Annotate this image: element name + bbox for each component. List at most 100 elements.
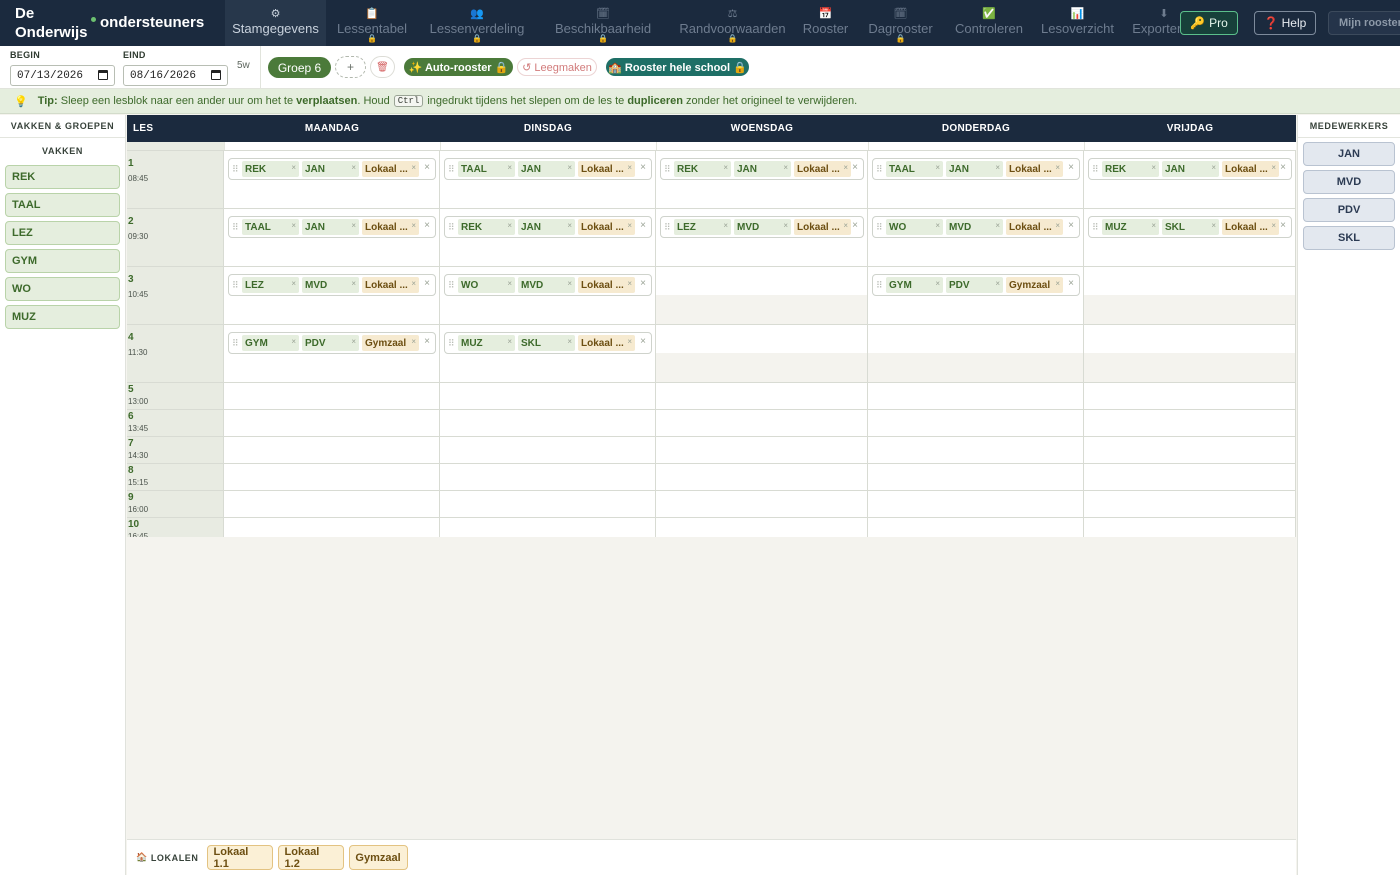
- staff-tag[interactable]: JAN ×: [946, 161, 1003, 177]
- auto-schedule-button[interactable]: ✨ Auto-rooster 🔒: [404, 58, 513, 76]
- staff-tag[interactable]: JAN ×: [518, 161, 575, 177]
- schedule-whole-school-button[interactable]: 🏫 Rooster hele school 🔒: [606, 58, 749, 76]
- lesson-block[interactable]: ⠿ MUZ × SKL × Lokaal ... × ×: [1088, 216, 1292, 238]
- staff-tag[interactable]: PDV ×: [302, 335, 359, 351]
- remove-icon[interactable]: ×: [783, 221, 788, 230]
- drag-handle-icon[interactable]: ⠿: [448, 164, 458, 175]
- end-date-input[interactable]: 08/16/2026: [123, 65, 228, 86]
- remove-icon[interactable]: ×: [783, 163, 788, 172]
- schedule-cell[interactable]: ⠿ LEZ × MVD × Lokaal ... × ×: [656, 209, 868, 266]
- schedule-cell[interactable]: [440, 383, 656, 409]
- lesson-block[interactable]: ⠿ MUZ × SKL × Lokaal ... × ×: [444, 332, 652, 354]
- drag-handle-icon[interactable]: ⠿: [876, 164, 886, 175]
- staff-chip[interactable]: JAN: [1303, 142, 1395, 166]
- remove-icon[interactable]: ×: [995, 221, 1000, 230]
- my-schedule-button[interactable]: Mijn rooster: [1328, 11, 1400, 35]
- remove-icon[interactable]: ×: [1271, 221, 1276, 230]
- schedule-cell[interactable]: [224, 491, 440, 517]
- schedule-cell[interactable]: [1084, 325, 1296, 382]
- remove-icon[interactable]: ×: [995, 279, 1000, 288]
- schedule-cell[interactable]: [224, 464, 440, 490]
- drag-handle-icon[interactable]: ⠿: [664, 222, 674, 233]
- room-tag[interactable]: Lokaal ... ×: [1006, 219, 1063, 235]
- drag-handle-icon[interactable]: ⠿: [448, 280, 458, 291]
- close-icon[interactable]: ×: [1280, 220, 1286, 231]
- remove-icon[interactable]: ×: [1151, 221, 1156, 230]
- lesson-block[interactable]: ⠿ TAAL × JAN × Lokaal ... × ×: [444, 158, 652, 180]
- schedule-cell[interactable]: ⠿ WO × MVD × Lokaal ... × ×: [868, 209, 1084, 266]
- staff-tag[interactable]: JAN ×: [302, 161, 359, 177]
- subject-chip[interactable]: LEZ: [5, 221, 120, 245]
- remove-icon[interactable]: ×: [627, 337, 632, 346]
- staff-tag[interactable]: MVD ×: [302, 277, 359, 293]
- tab-stamgegevens[interactable]: ⚙ Stamgegevens: [225, 0, 326, 46]
- pro-button[interactable]: 🔑 Pro: [1180, 11, 1238, 35]
- room-tag[interactable]: Lokaal ... ×: [794, 219, 851, 235]
- drag-handle-icon[interactable]: ⠿: [1092, 222, 1102, 233]
- remove-icon[interactable]: ×: [291, 163, 296, 172]
- remove-icon[interactable]: ×: [411, 279, 416, 288]
- schedule-cell[interactable]: [656, 383, 868, 409]
- staff-tag[interactable]: JAN ×: [302, 219, 359, 235]
- calendar-icon[interactable]: [98, 70, 108, 80]
- staff-tag[interactable]: JAN ×: [734, 161, 791, 177]
- room-tag[interactable]: Lokaal ... ×: [578, 161, 635, 177]
- delete-group-button[interactable]: 🗑: [370, 56, 395, 78]
- schedule-cell[interactable]: ⠿ REK × JAN × Lokaal ... × ×: [440, 209, 656, 266]
- room-tag[interactable]: Gymzaal ×: [362, 335, 419, 351]
- lesson-block[interactable]: ⠿ REK × JAN × Lokaal ... × ×: [1088, 158, 1292, 180]
- remove-icon[interactable]: ×: [291, 337, 296, 346]
- brand-logo[interactable]: De Onderwijs ondersteuners: [0, 0, 225, 46]
- remove-icon[interactable]: ×: [351, 279, 356, 288]
- lesson-block[interactable]: ⠿ WO × MVD × Lokaal ... × ×: [444, 274, 652, 296]
- subject-chip[interactable]: TAAL: [5, 193, 120, 217]
- room-tag[interactable]: Gymzaal ×: [1006, 277, 1063, 293]
- lesson-block[interactable]: ⠿ TAAL × JAN × Lokaal ... × ×: [872, 158, 1080, 180]
- schedule-cell[interactable]: ⠿ GYM × PDV × Gymzaal × ×: [868, 267, 1084, 324]
- schedule-cell[interactable]: [868, 491, 1084, 517]
- subject-tag[interactable]: REK ×: [1102, 161, 1159, 177]
- schedule-cell[interactable]: ⠿ MUZ × SKL × Lokaal ... × ×: [1084, 209, 1296, 266]
- room-chip[interactable]: Lokaal 1.1: [206, 845, 273, 870]
- clear-button[interactable]: ↺ Leegmaken: [517, 58, 597, 76]
- remove-icon[interactable]: ×: [351, 221, 356, 230]
- subject-tag[interactable]: TAAL ×: [886, 161, 943, 177]
- remove-icon[interactable]: ×: [507, 279, 512, 288]
- remove-icon[interactable]: ×: [411, 337, 416, 346]
- schedule-cell[interactable]: ⠿ REK × JAN × Lokaal ... × ×: [656, 151, 868, 208]
- staff-tag[interactable]: SKL ×: [518, 335, 575, 351]
- add-group-button[interactable]: +: [335, 56, 366, 78]
- remove-icon[interactable]: ×: [291, 221, 296, 230]
- drag-handle-icon[interactable]: ⠿: [232, 164, 242, 175]
- schedule-cell[interactable]: [868, 437, 1084, 463]
- close-icon[interactable]: ×: [1068, 220, 1074, 231]
- close-icon[interactable]: ×: [640, 336, 646, 347]
- lesson-block[interactable]: ⠿ REK × JAN × Lokaal ... × ×: [444, 216, 652, 238]
- schedule-cell[interactable]: [656, 464, 868, 490]
- schedule-cell[interactable]: [1084, 491, 1296, 517]
- room-tag[interactable]: Lokaal ... ×: [578, 277, 635, 293]
- subject-tag[interactable]: REK ×: [242, 161, 299, 177]
- room-tag[interactable]: Lokaal ... ×: [1222, 219, 1279, 235]
- remove-icon[interactable]: ×: [1055, 221, 1060, 230]
- schedule-cell[interactable]: ⠿ TAAL × JAN × Lokaal ... × ×: [224, 209, 440, 266]
- close-icon[interactable]: ×: [1280, 162, 1286, 173]
- room-chip[interactable]: Gymzaal: [348, 845, 408, 870]
- group-selector[interactable]: Groep 6: [268, 57, 331, 78]
- close-icon[interactable]: ×: [640, 278, 646, 289]
- close-icon[interactable]: ×: [424, 220, 430, 231]
- schedule-cell[interactable]: [656, 410, 868, 436]
- lesson-block[interactable]: ⠿ TAAL × JAN × Lokaal ... × ×: [228, 216, 436, 238]
- remove-icon[interactable]: ×: [507, 337, 512, 346]
- remove-icon[interactable]: ×: [935, 221, 940, 230]
- remove-icon[interactable]: ×: [1151, 163, 1156, 172]
- staff-chip[interactable]: SKL: [1303, 226, 1395, 250]
- remove-icon[interactable]: ×: [351, 163, 356, 172]
- begin-date-input[interactable]: 07/13/2026: [10, 65, 115, 86]
- tab-lesoverzicht[interactable]: 📊 Lesoverzicht: [1033, 0, 1122, 46]
- schedule-cell[interactable]: [1084, 383, 1296, 409]
- subject-chip[interactable]: WO: [5, 277, 120, 301]
- subject-tag[interactable]: TAAL ×: [242, 219, 299, 235]
- schedule-cell[interactable]: [656, 437, 868, 463]
- schedule-cell[interactable]: [868, 464, 1084, 490]
